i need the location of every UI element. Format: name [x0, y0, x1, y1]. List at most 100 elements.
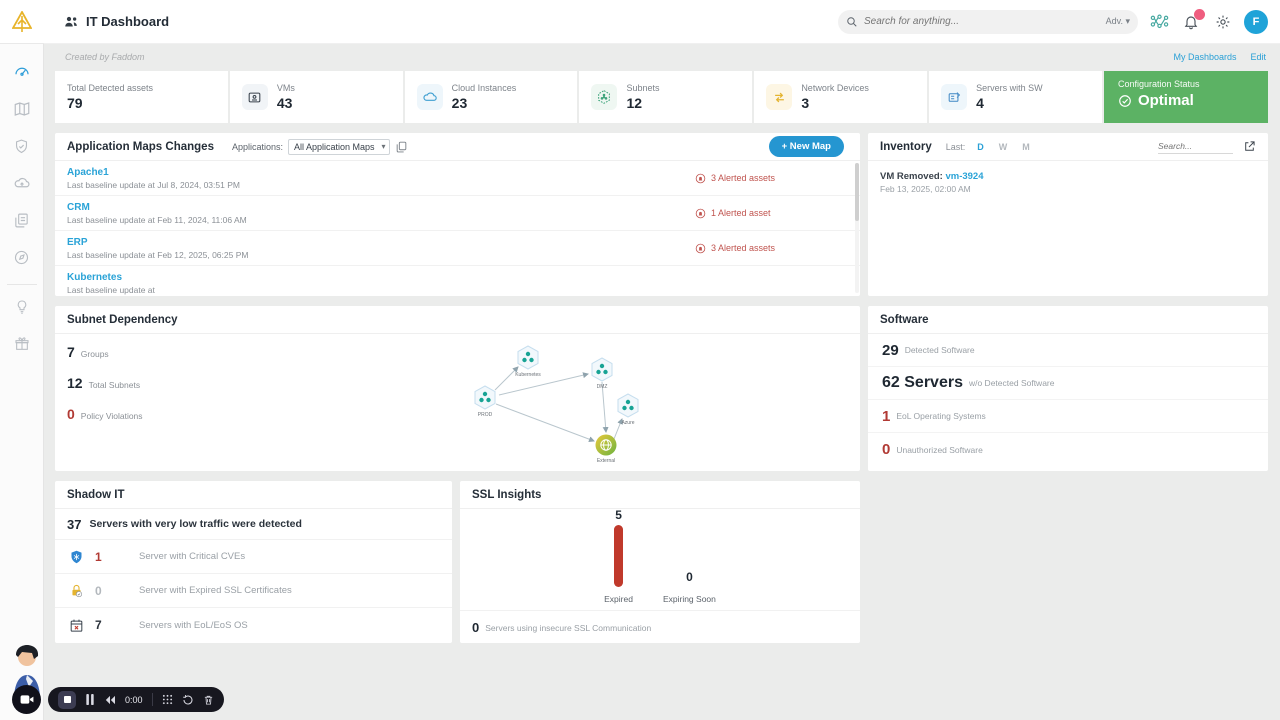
- alerted-assets-link[interactable]: 3 Alerted assets: [695, 243, 805, 254]
- subnet-dependency-graph[interactable]: Kubernetes DMZ PROD Azure External: [410, 338, 670, 468]
- subnet-dependency-title: Subnet Dependency: [67, 313, 178, 326]
- ssl-insights-panel: SSL Insights 5 Expired 0 Expiring Soon 0: [460, 481, 860, 643]
- applications-label: Applications:: [231, 141, 283, 152]
- app-map-row-kubernetes[interactable]: Kubernetes Last baseline update at: [55, 266, 860, 295]
- unauthorized-software-count: 0: [882, 441, 891, 458]
- pause-button[interactable]: [85, 694, 95, 705]
- graph-node-dmz[interactable]: DMZ: [591, 357, 613, 390]
- sidebar-item-whats-new[interactable]: [0, 328, 44, 365]
- sidebar-item-security[interactable]: [0, 130, 44, 167]
- insecure-ssl-row: 0 Servers using insecure SSL Communicati…: [460, 611, 860, 644]
- stat-total-assets[interactable]: Total Detected assets 79: [55, 71, 228, 123]
- alert-icon: [695, 243, 706, 253]
- ssl-bar-expiring-soon: 0 Expiring Soon: [663, 570, 716, 604]
- export-icon[interactable]: [1243, 140, 1256, 153]
- gift-icon: [14, 336, 30, 357]
- stat-subnets[interactable]: Subnets 12: [579, 71, 753, 123]
- app-map-row-erp[interactable]: ERP Last baseline update at Feb 12, 2025…: [55, 231, 860, 266]
- my-dashboards-link[interactable]: My Dashboards: [1173, 52, 1236, 62]
- copy-icon[interactable]: [395, 140, 408, 153]
- stat-value: 79: [67, 95, 83, 111]
- stat-servers-with-sw[interactable]: Servers with SW 4: [929, 71, 1102, 123]
- stat-value: 4: [976, 95, 984, 111]
- app-map-link[interactable]: Apache1: [67, 167, 240, 178]
- stat-cloud-instances[interactable]: Cloud Instances 23: [404, 71, 578, 123]
- alerted-assets-link[interactable]: 3 Alerted assets: [695, 173, 805, 184]
- cloud-icon: [416, 84, 443, 110]
- svg-text:PROD: PROD: [478, 412, 493, 418]
- inventory-last-label: Last:: [945, 141, 966, 152]
- stats-row: Total Detected assets 79 VMs 43 Cloud Inst…: [55, 71, 1268, 123]
- shadow-it-title: Shadow IT: [67, 488, 125, 501]
- sidebar-item-history[interactable]: [0, 241, 44, 278]
- stat-value: 23: [451, 95, 468, 111]
- applications-select[interactable]: All Application Maps: [288, 138, 390, 155]
- critical-cves-count: 1: [95, 549, 102, 564]
- svg-text:External: External: [597, 458, 615, 464]
- faddom-logo[interactable]: [0, 0, 44, 44]
- compass-icon: [13, 249, 30, 271]
- app-map-link[interactable]: CRM: [67, 202, 247, 213]
- effects-button[interactable]: [162, 694, 173, 705]
- alert-icon: [695, 208, 706, 218]
- expiring-soon-label: Expiring Soon: [662, 594, 716, 604]
- stop-recording-button[interactable]: [58, 690, 76, 709]
- recorder-camera-button[interactable]: [12, 685, 41, 714]
- eol-eos-os-count: 7: [95, 618, 102, 632]
- graph-node-azure[interactable]: Azure: [617, 393, 639, 426]
- stat-label: Servers with SW: [976, 83, 1043, 93]
- scrollbar-thumb[interactable]: [855, 163, 859, 221]
- main-area: IT Dashboard Adv. ▾: [44, 0, 1280, 720]
- application-map-shortcut[interactable]: [1148, 11, 1170, 33]
- edit-link[interactable]: Edit: [1250, 52, 1266, 62]
- app-map-updated: Last baseline update at Feb 11, 2024, 11…: [67, 214, 247, 225]
- inventory-search-input[interactable]: [1158, 139, 1233, 154]
- svg-text:DMZ: DMZ: [597, 384, 608, 390]
- eol-os-row: 1 EoL Operating Systems: [868, 400, 1268, 433]
- graph-node-kubernetes[interactable]: Kubernetes: [515, 345, 541, 378]
- expired-label: Expired: [604, 594, 633, 604]
- ssl-insights-title: SSL Insights: [472, 488, 542, 501]
- sidebar-item-dashboard[interactable]: [0, 56, 44, 93]
- stat-network-devices[interactable]: Network Devices 3: [754, 71, 928, 123]
- app-map-link[interactable]: Kubernetes: [67, 272, 155, 283]
- eol-eos-os-label: Servers with EoL/EoS OS: [139, 619, 248, 631]
- scrollbar-track: [855, 163, 859, 293]
- delete-recording-button[interactable]: [203, 694, 214, 706]
- policy-violations-count: 0: [67, 406, 75, 422]
- inventory-event-link[interactable]: vm-3924: [945, 171, 983, 182]
- configuration-status-card[interactable]: Configuration Status Optimal: [1103, 71, 1268, 123]
- total-subnets-count: 12: [67, 375, 83, 391]
- redo-button[interactable]: [182, 694, 194, 706]
- server-sw-icon: [941, 84, 968, 110]
- created-by-label: Created by Faddom: [65, 51, 145, 62]
- inventory-period-day[interactable]: D: [977, 142, 984, 152]
- sidebar-item-cloud[interactable]: [0, 167, 44, 204]
- sidebar-item-reports[interactable]: [0, 204, 44, 241]
- sidebar-item-maps[interactable]: [0, 93, 44, 130]
- stat-label: Total Detected assets: [67, 83, 154, 93]
- advanced-search-toggle[interactable]: Adv. ▾: [1106, 16, 1130, 27]
- app-map-row-crm[interactable]: CRM Last baseline update at Feb 11, 2024…: [55, 196, 860, 231]
- inventory-period-month[interactable]: M: [1022, 142, 1030, 152]
- user-avatar[interactable]: F: [1244, 9, 1268, 34]
- application-maps-panel: Application Maps Changes Applications: A…: [55, 133, 860, 296]
- sidebar-item-insights[interactable]: [0, 291, 44, 328]
- stat-vms[interactable]: VMs 43: [229, 71, 403, 123]
- stat-value: 43: [276, 95, 293, 111]
- settings-button[interactable]: [1212, 11, 1234, 33]
- expired-ssl-count: 0: [95, 583, 102, 598]
- servers-wo-software-label: w/o Detected Software: [968, 378, 1055, 388]
- alerted-assets-link[interactable]: 1 Alerted asset: [695, 208, 805, 219]
- inventory-period-week[interactable]: W: [999, 142, 1008, 152]
- restart-recording-button[interactable]: [104, 695, 116, 705]
- search-input[interactable]: [864, 16, 1100, 27]
- graph-node-prod[interactable]: PROD: [474, 385, 496, 418]
- app-map-row-apache1[interactable]: Apache1 Last baseline update at Jul 8, 2…: [55, 161, 860, 196]
- inventory-panel: Inventory Last: D W M VM Removed: vm-392…: [868, 133, 1268, 296]
- notifications-button[interactable]: [1180, 8, 1205, 33]
- graph-node-external[interactable]: External: [595, 434, 617, 465]
- app-map-link[interactable]: ERP: [67, 237, 248, 248]
- groups-count: 7: [67, 344, 75, 360]
- new-map-button[interactable]: + New Map: [768, 136, 844, 157]
